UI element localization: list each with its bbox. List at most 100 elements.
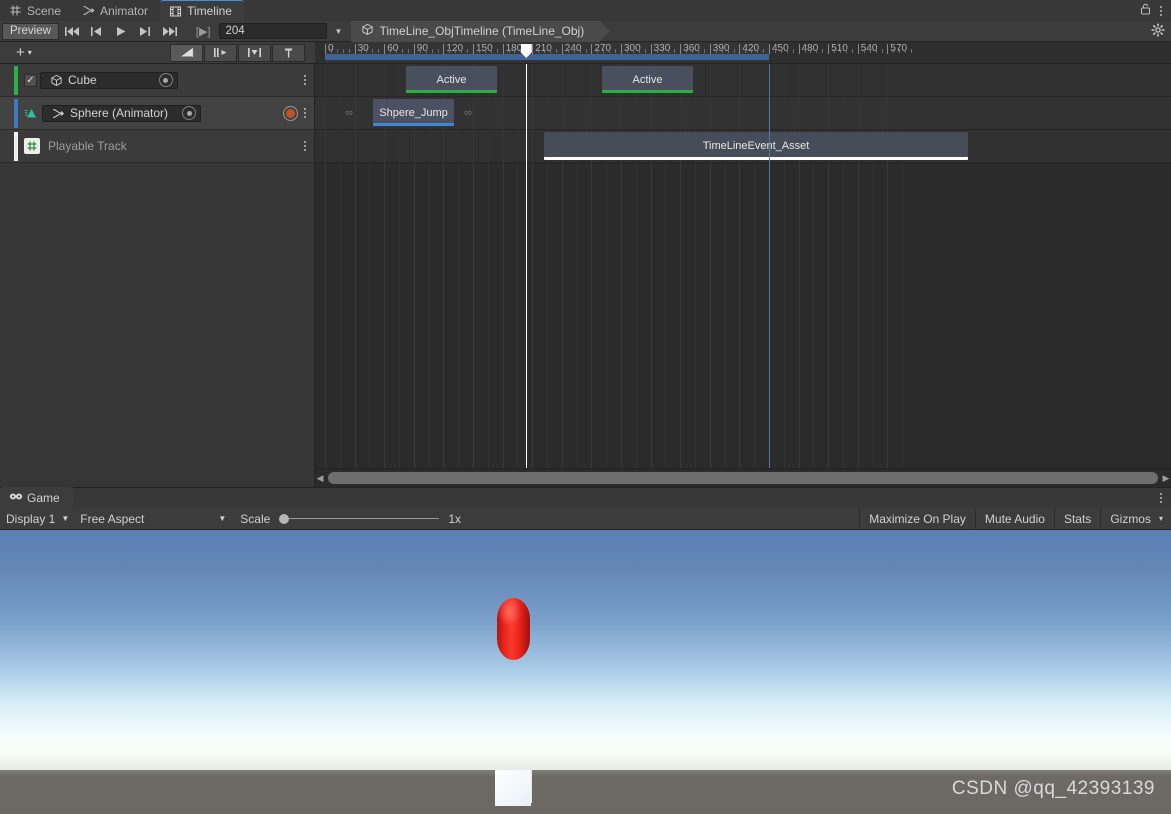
track-name-field-sphere[interactable]: Sphere (Animator) (42, 104, 202, 122)
ruler-label: 0 (325, 43, 334, 54)
scrollbar-thumb[interactable] (328, 472, 1158, 484)
play-range-button[interactable]: [▶] (191, 23, 216, 40)
game-toolbar-right: Maximize On Play Mute Audio Stats Gizmos… (859, 507, 1171, 530)
game-kebab-menu-icon[interactable] (1160, 492, 1162, 503)
tab-scene[interactable]: Scene (0, 0, 73, 21)
timeline-panel-tabbar: Scene Animator Timeline (0, 0, 1171, 21)
film-icon (169, 5, 182, 18)
track-accent-playable (14, 132, 18, 161)
gizmos-dropdown[interactable]: ▾ (1155, 508, 1171, 530)
track-header-sphere[interactable]: Sphere (Animator) (0, 97, 314, 130)
ripple-edit-button[interactable] (204, 43, 237, 62)
track-header-pane: ✓ Cube Sphere (Animator) Playable Track (0, 64, 315, 468)
scale-slider-rail[interactable] (289, 518, 440, 519)
track-name-playable: Playable Track (48, 139, 127, 153)
clip-0[interactable]: Active (406, 66, 497, 93)
cube-icon (49, 73, 64, 88)
scrollbar-track[interactable] (325, 472, 1161, 484)
track-name-cube: Cube (68, 73, 97, 87)
kebab-menu-icon[interactable] (1160, 5, 1162, 16)
insert-mode-button[interactable] (238, 43, 271, 62)
track-header-playable[interactable]: Playable Track (0, 130, 314, 163)
scale-control[interactable]: Scale 1x (234, 510, 466, 528)
ruler-label: 150 (473, 43, 493, 54)
clip-accent-bar (544, 157, 968, 160)
scroll-right-arrow[interactable]: ▶ (1161, 473, 1171, 484)
watermark-text: CSDN @qq_42393139 (951, 778, 1155, 799)
next-key-button[interactable] (133, 23, 157, 40)
ruler-label: 480 (799, 43, 819, 54)
ruler-label: 570 (887, 43, 907, 54)
gear-icon[interactable] (1151, 22, 1165, 40)
panel-controls (1140, 0, 1171, 21)
track-accent-sphere (14, 99, 18, 128)
lock-icon[interactable] (1140, 3, 1151, 18)
tab-scene-label: Scene (27, 3, 62, 18)
game-panel-tabbar: Game (0, 487, 1171, 508)
tab-game-label: Game (27, 490, 60, 505)
markers-pin-button[interactable] (272, 43, 305, 62)
ruler-label: 270 (591, 43, 611, 54)
breadcrumb[interactable]: TimeLine_ObjTimeline (TimeLine_Obj) (351, 20, 610, 42)
timeline-end-marker (769, 64, 770, 468)
clip-accent-bar (406, 90, 497, 93)
chevron-down-icon: ▼ (218, 514, 227, 523)
play-button[interactable] (109, 23, 133, 40)
frame-input[interactable]: 204 (219, 23, 328, 39)
track-name-field-cube[interactable]: Cube (40, 71, 178, 89)
track-menu-icon-cube[interactable] (304, 75, 306, 85)
add-track-button[interactable]: + ▾ (12, 44, 36, 61)
timeline-settings-area (1151, 22, 1171, 40)
animator-icon (51, 106, 66, 121)
timeline-options-dropdown[interactable]: ▼ (327, 27, 349, 36)
scale-slider[interactable] (279, 513, 440, 524)
scale-slider-knob[interactable] (279, 513, 290, 524)
go-to-end-button[interactable] (157, 23, 183, 40)
animator-icon (82, 4, 95, 17)
curve-edit-mode-button[interactable] (170, 43, 203, 62)
maximize-on-play-button[interactable]: Maximize On Play (859, 507, 975, 530)
display-dropdown[interactable]: Display 1 ▼ (0, 510, 74, 528)
clip-3[interactable]: TimeLineEvent_Asset (544, 132, 968, 160)
ruler-label: 540 (858, 43, 878, 54)
timeline-clip-area[interactable]: Active Active Shpere_Jump TimeLineEvent_Ass… (315, 64, 1171, 468)
track-target-icon-sphere[interactable] (182, 106, 197, 120)
clip-2[interactable]: Shpere_Jump (373, 99, 454, 126)
track-pane-footer (0, 468, 315, 487)
game-viewport[interactable]: CSDN @qq_42393139 (0, 530, 1171, 814)
tab-game[interactable]: Game (0, 487, 74, 508)
aspect-dropdown[interactable]: Free Aspect ▼ (74, 510, 234, 528)
clip-1[interactable]: Active (602, 66, 693, 93)
ruler-label: 510 (828, 43, 848, 54)
playhead-line[interactable] (526, 64, 528, 468)
chevron-down-icon: ▼ (61, 514, 70, 523)
preview-button[interactable]: Preview (2, 22, 59, 40)
clip-label: TimeLineEvent_Asset (702, 140, 810, 152)
previous-key-button[interactable] (85, 23, 109, 40)
gizmos-button[interactable]: Gizmos (1100, 507, 1155, 530)
scroll-left-arrow[interactable]: ◀ (315, 473, 325, 484)
cube-icon (361, 23, 374, 39)
track-menu-icon-sphere[interactable] (304, 108, 306, 118)
track-menu-icon-playable[interactable] (304, 141, 306, 151)
go-to-start-button[interactable] (59, 23, 85, 40)
tab-timeline[interactable]: Timeline (160, 0, 244, 21)
record-button-sphere[interactable] (283, 105, 298, 121)
tab-animator[interactable]: Animator (73, 0, 160, 21)
track-header-cube[interactable]: ✓ Cube (0, 64, 314, 97)
ruler-label: 120 (443, 43, 463, 54)
ruler-label: 420 (739, 43, 759, 54)
timeline-horizontal-scrollbar[interactable]: ◀ ▶ (315, 468, 1171, 487)
loop-marker-0: ∞ (345, 107, 353, 119)
timeline-ruler[interactable]: 0306090120150180210240270300330360390420… (315, 42, 1171, 64)
track-accent-cube (14, 66, 18, 95)
loop-marker-1: ∞ (464, 107, 472, 119)
track-enable-checkbox-cube[interactable]: ✓ (24, 73, 37, 87)
track-name-sphere: Sphere (Animator) (70, 106, 169, 120)
mute-audio-button[interactable]: Mute Audio (974, 507, 1054, 530)
stats-button[interactable]: Stats (1053, 507, 1100, 530)
game-panel-controls (1160, 487, 1171, 508)
tab-timeline-label: Timeline (187, 4, 232, 18)
ruler-label: 240 (562, 43, 582, 54)
track-target-icon-cube[interactable] (158, 73, 173, 87)
